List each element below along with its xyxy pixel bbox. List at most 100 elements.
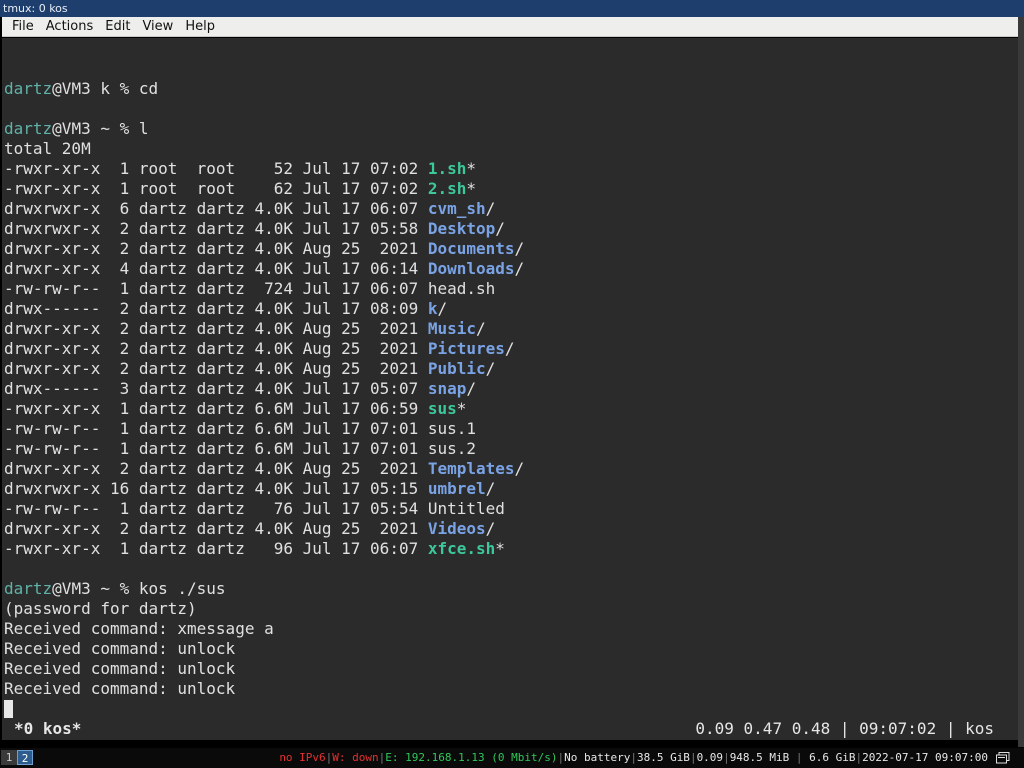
ethernet-status: E: 192.168.1.13 (0 Mbit/s) <box>385 751 558 764</box>
prompt-user: dartz <box>4 79 53 98</box>
terminal-cursor <box>4 700 13 718</box>
terminal-text: / <box>504 339 515 358</box>
terminal-text: / <box>485 479 496 498</box>
terminal-text: / <box>514 259 525 278</box>
terminal-text: total 20M <box>4 139 91 158</box>
terminal-text: / <box>485 519 496 538</box>
directory-name: Downloads <box>427 259 515 278</box>
terminal-text: / <box>514 459 525 478</box>
terminal-text: / <box>514 239 525 258</box>
directory-name: Templates <box>427 459 515 478</box>
battery-status: No battery <box>564 751 631 764</box>
disk-status: 38.5 GiB <box>636 751 690 764</box>
memory-total-status: 6.6 GiB <box>809 751 856 764</box>
directory-name: snap <box>427 379 467 398</box>
terminal-line <box>4 699 524 719</box>
terminal-line: -rw-rw-r-- 1 dartz dartz 6.6M Jul 17 07:… <box>4 419 524 439</box>
terminal-line: drwxrwxr-x 6 dartz dartz 4.0K Jul 17 06:… <box>4 199 524 219</box>
terminal-line: (password for dartz) <box>4 599 524 619</box>
terminal-line: Received command: unlock <box>4 679 524 699</box>
terminal-line: -rwxr-xr-x 1 root root 52 Jul 17 07:02 1… <box>4 159 524 179</box>
terminal-line: drwxr-xr-x 2 dartz dartz 4.0K Aug 25 202… <box>4 319 524 339</box>
terminal-text: drwxrwxr-x 6 dartz dartz 4.0K Jul 17 06:… <box>4 199 428 218</box>
menu-bar: File Actions Edit View Help <box>2 17 1018 37</box>
prompt-user: dartz <box>4 119 53 138</box>
terminal-text: / <box>437 299 448 318</box>
terminal-line: total 20M <box>4 139 524 159</box>
terminal-text: drwxr-xr-x 2 dartz dartz 4.0K Aug 25 202… <box>4 359 428 378</box>
terminal-line: dartz@VM3 ~ % l <box>4 119 524 139</box>
directory-name: Desktop <box>427 219 496 238</box>
tmux-status-right: 0.09 0.47 0.48 | 09:07:02 | kos <box>695 719 994 738</box>
terminal-line: drwxrwxr-x 2 dartz dartz 4.0K Jul 17 05:… <box>4 219 524 239</box>
terminal-text: drwxr-xr-x 2 dartz dartz 4.0K Aug 25 202… <box>4 319 428 338</box>
terminal-text: drwx------ 3 dartz dartz 4.0K Jul 17 05:… <box>4 379 428 398</box>
system-status-bar: 1 2 no IPv6|W: down|E: 192.168.1.13 (0 M… <box>0 748 1024 768</box>
terminal-line: drwx------ 2 dartz dartz 4.0K Jul 17 08:… <box>4 299 524 319</box>
directory-name: Videos <box>427 519 486 538</box>
terminal-line: dartz@VM3 k % cd <box>4 79 524 99</box>
terminal-text: / <box>476 319 486 338</box>
wifi-status: W: down <box>332 751 379 764</box>
terminal-text: Received command: unlock <box>4 639 236 658</box>
menu-edit[interactable]: Edit <box>99 17 136 36</box>
memory-status: 948.5 MiB <box>729 751 790 764</box>
directory-name: Public <box>427 359 486 378</box>
terminal-text: Received command: xmessage a <box>4 619 274 638</box>
window-title: tmux: 0 kos <box>0 0 1024 17</box>
ipv6-status: no IPv6 <box>279 751 326 764</box>
terminal-text: * <box>466 179 477 198</box>
terminal-text: * <box>495 539 505 558</box>
menu-file[interactable]: File <box>6 17 40 36</box>
prompt-user: dartz <box>4 579 53 598</box>
tmux-status-bar: *0 kos* 0.09 0.47 0.48 | 09:07:02 | kos <box>2 718 1018 740</box>
terminal-text: * <box>466 159 477 178</box>
terminal-text: -rw-rw-r-- 1 dartz dartz 76 Jul 17 05:54… <box>4 499 505 518</box>
terminal-line: -rw-rw-r-- 1 dartz dartz 724 Jul 17 06:0… <box>4 279 524 299</box>
load-status: 0.09 <box>696 751 724 764</box>
terminal-text: drwxr-xr-x 2 dartz dartz 4.0K Aug 25 202… <box>4 339 428 358</box>
terminal-line: dartz@VM3 ~ % kos ./sus <box>4 579 524 599</box>
workspace-1-button[interactable]: 1 <box>1 750 17 765</box>
terminal-text: (password for dartz) <box>4 599 197 618</box>
terminal-text: -rw-rw-r-- 1 dartz dartz 724 Jul 17 06:0… <box>4 279 496 298</box>
terminal-text: drwxr-xr-x 4 dartz dartz 4.0K Jul 17 06:… <box>4 259 428 278</box>
executable-name: xfce.sh <box>427 539 496 558</box>
terminal-line: -rwxr-xr-x 1 dartz dartz 96 Jul 17 06:07… <box>4 539 524 559</box>
executable-name: 1.sh <box>427 159 467 178</box>
directory-name: Music <box>427 319 477 338</box>
terminal-text: drwxr-xr-x 2 dartz dartz 4.0K Aug 25 202… <box>4 459 428 478</box>
terminal-text: -rwxr-xr-x 1 dartz dartz 6.6M Jul 17 06:… <box>4 399 428 418</box>
terminal-text: / <box>466 379 477 398</box>
directory-name: Pictures <box>427 339 505 358</box>
tmux-window-indicator[interactable]: *0 kos* <box>14 718 81 740</box>
terminal-text: @VM3 k % cd <box>52 79 159 98</box>
terminal-text: drwxrwxr-x 2 dartz dartz 4.0K Jul 17 05:… <box>4 219 428 238</box>
menu-view[interactable]: View <box>136 17 179 36</box>
terminal-scrollbar[interactable] <box>1018 17 1024 747</box>
status-items: no IPv6|W: down|E: 192.168.1.13 (0 Mbit/… <box>279 751 988 764</box>
tray-window-icon[interactable] <box>996 752 1010 764</box>
terminal-text: / <box>485 199 496 218</box>
directory-name: umbrel <box>427 479 486 498</box>
terminal-line: drwxr-xr-x 2 dartz dartz 4.0K Aug 25 202… <box>4 519 524 539</box>
executable-name: 2.sh <box>427 179 467 198</box>
terminal-text: * <box>456 399 467 418</box>
menu-actions[interactable]: Actions <box>40 17 100 36</box>
terminal-text: -rwxr-xr-x 1 root root 62 Jul 17 07:02 <box>4 179 428 198</box>
terminal-text: @VM3 ~ % kos ./sus <box>52 579 226 598</box>
terminal-text: drwxrwxr-x 16 dartz dartz 4.0K Jul 17 05… <box>4 479 428 498</box>
terminal-line: drwxr-xr-x 4 dartz dartz 4.0K Jul 17 06:… <box>4 259 524 279</box>
terminal-text: / <box>495 219 505 238</box>
terminal-line: Received command: unlock <box>4 639 524 659</box>
datetime-status: 2022-07-17 09:07:00 <box>862 751 988 764</box>
menu-help[interactable]: Help <box>179 17 221 36</box>
terminal-text: Received command: unlock <box>4 679 236 698</box>
terminal-area[interactable]: dartz@VM3 k % cd dartz@VM3 ~ % l total 20M… <box>2 38 1018 740</box>
terminal-text: drwx------ 2 dartz dartz 4.0K Jul 17 08:… <box>4 299 428 318</box>
executable-name: sus <box>427 399 457 418</box>
workspace-2-button[interactable]: 2 <box>17 750 33 765</box>
terminal-text: -rwxr-xr-x 1 root root 52 Jul 17 07:02 <box>4 159 428 178</box>
